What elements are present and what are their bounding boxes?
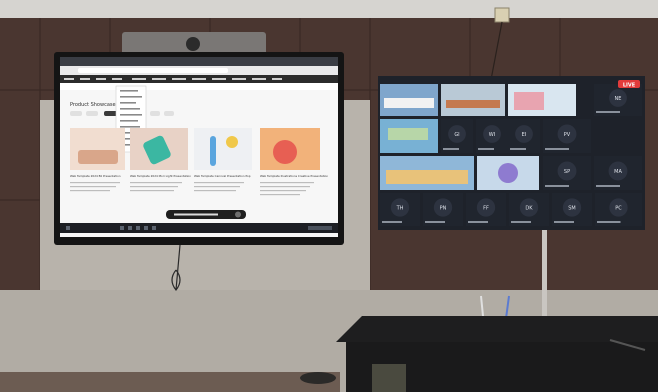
tile-initials: GI — [454, 132, 459, 138]
card-thumbnail-accent — [210, 136, 216, 166]
tile-name-bar — [597, 221, 621, 223]
tile-name-bar — [554, 221, 574, 223]
tile-initials: NE — [615, 96, 622, 102]
tile-name-bar — [478, 148, 494, 150]
scene-illustration: Product Showcase 2024 Web Template 2024 … — [0, 0, 658, 392]
tile-name-bar — [545, 185, 569, 187]
wall-socket — [494, 7, 510, 23]
power-socket-panel — [372, 364, 406, 392]
card-caption: Web Template 2024 Bli Presentation — [70, 174, 121, 178]
card-thumbnail-accent — [273, 140, 297, 164]
card-caption: Web Template Illustrations Creative Pres… — [260, 174, 328, 178]
card-caption: Web Template 2024 Mori Light Presentatio… — [130, 174, 191, 178]
tile-name-bar — [545, 148, 569, 150]
wall-stand-pole — [542, 225, 547, 325]
feed-detail — [386, 170, 468, 184]
browser-titlebar — [60, 57, 338, 66]
tile-name-bar — [596, 185, 620, 187]
tile-name-bar — [468, 221, 488, 223]
live-badge-text: LIVE — [623, 83, 636, 89]
tile-initials: FF — [483, 206, 489, 212]
floor-cables — [300, 372, 336, 384]
tile-initials: EI — [522, 132, 527, 138]
tile-initials: SM — [568, 206, 576, 212]
card-caption: Web Template Carnival Presentation Pop — [194, 174, 251, 178]
table-top — [336, 316, 658, 342]
card-thumbnail — [194, 128, 252, 170]
conference-room-scene: Product Showcase 2024 Web Template 2024 … — [0, 0, 658, 392]
tile-name-bar — [596, 111, 620, 113]
feed-detail — [514, 92, 544, 110]
tile-initials: SP — [564, 169, 570, 175]
tile-initials: PV — [564, 132, 571, 138]
card-thumbnail-accent — [78, 150, 118, 164]
tile-initials: PN — [440, 206, 447, 212]
tile-name-bar — [511, 221, 531, 223]
tile-name-bar — [443, 148, 459, 150]
tile-initials: DK — [525, 206, 533, 212]
feed-detail — [446, 100, 500, 108]
feed-detail — [384, 98, 434, 108]
tile-initials: TH — [396, 206, 404, 212]
tile-name-bar — [382, 221, 402, 223]
card-thumbnail-dot — [226, 136, 238, 148]
secondary-nav — [60, 83, 338, 90]
floor-strip — [0, 372, 340, 392]
tile-initials: MA — [614, 169, 622, 175]
taskbar-clock — [308, 226, 332, 230]
cta-label — [174, 213, 218, 216]
camera-lens-icon — [186, 37, 200, 51]
windows-taskbar — [60, 223, 338, 233]
url-field[interactable] — [78, 68, 228, 73]
tile-initials: PC — [615, 206, 622, 212]
tile-name-bar — [510, 148, 526, 150]
tile-name-bar — [425, 221, 445, 223]
feed-detail — [388, 128, 428, 140]
tile-initials: WI — [489, 132, 495, 138]
cta-close-icon[interactable] — [235, 211, 241, 218]
feed-detail — [498, 163, 518, 183]
